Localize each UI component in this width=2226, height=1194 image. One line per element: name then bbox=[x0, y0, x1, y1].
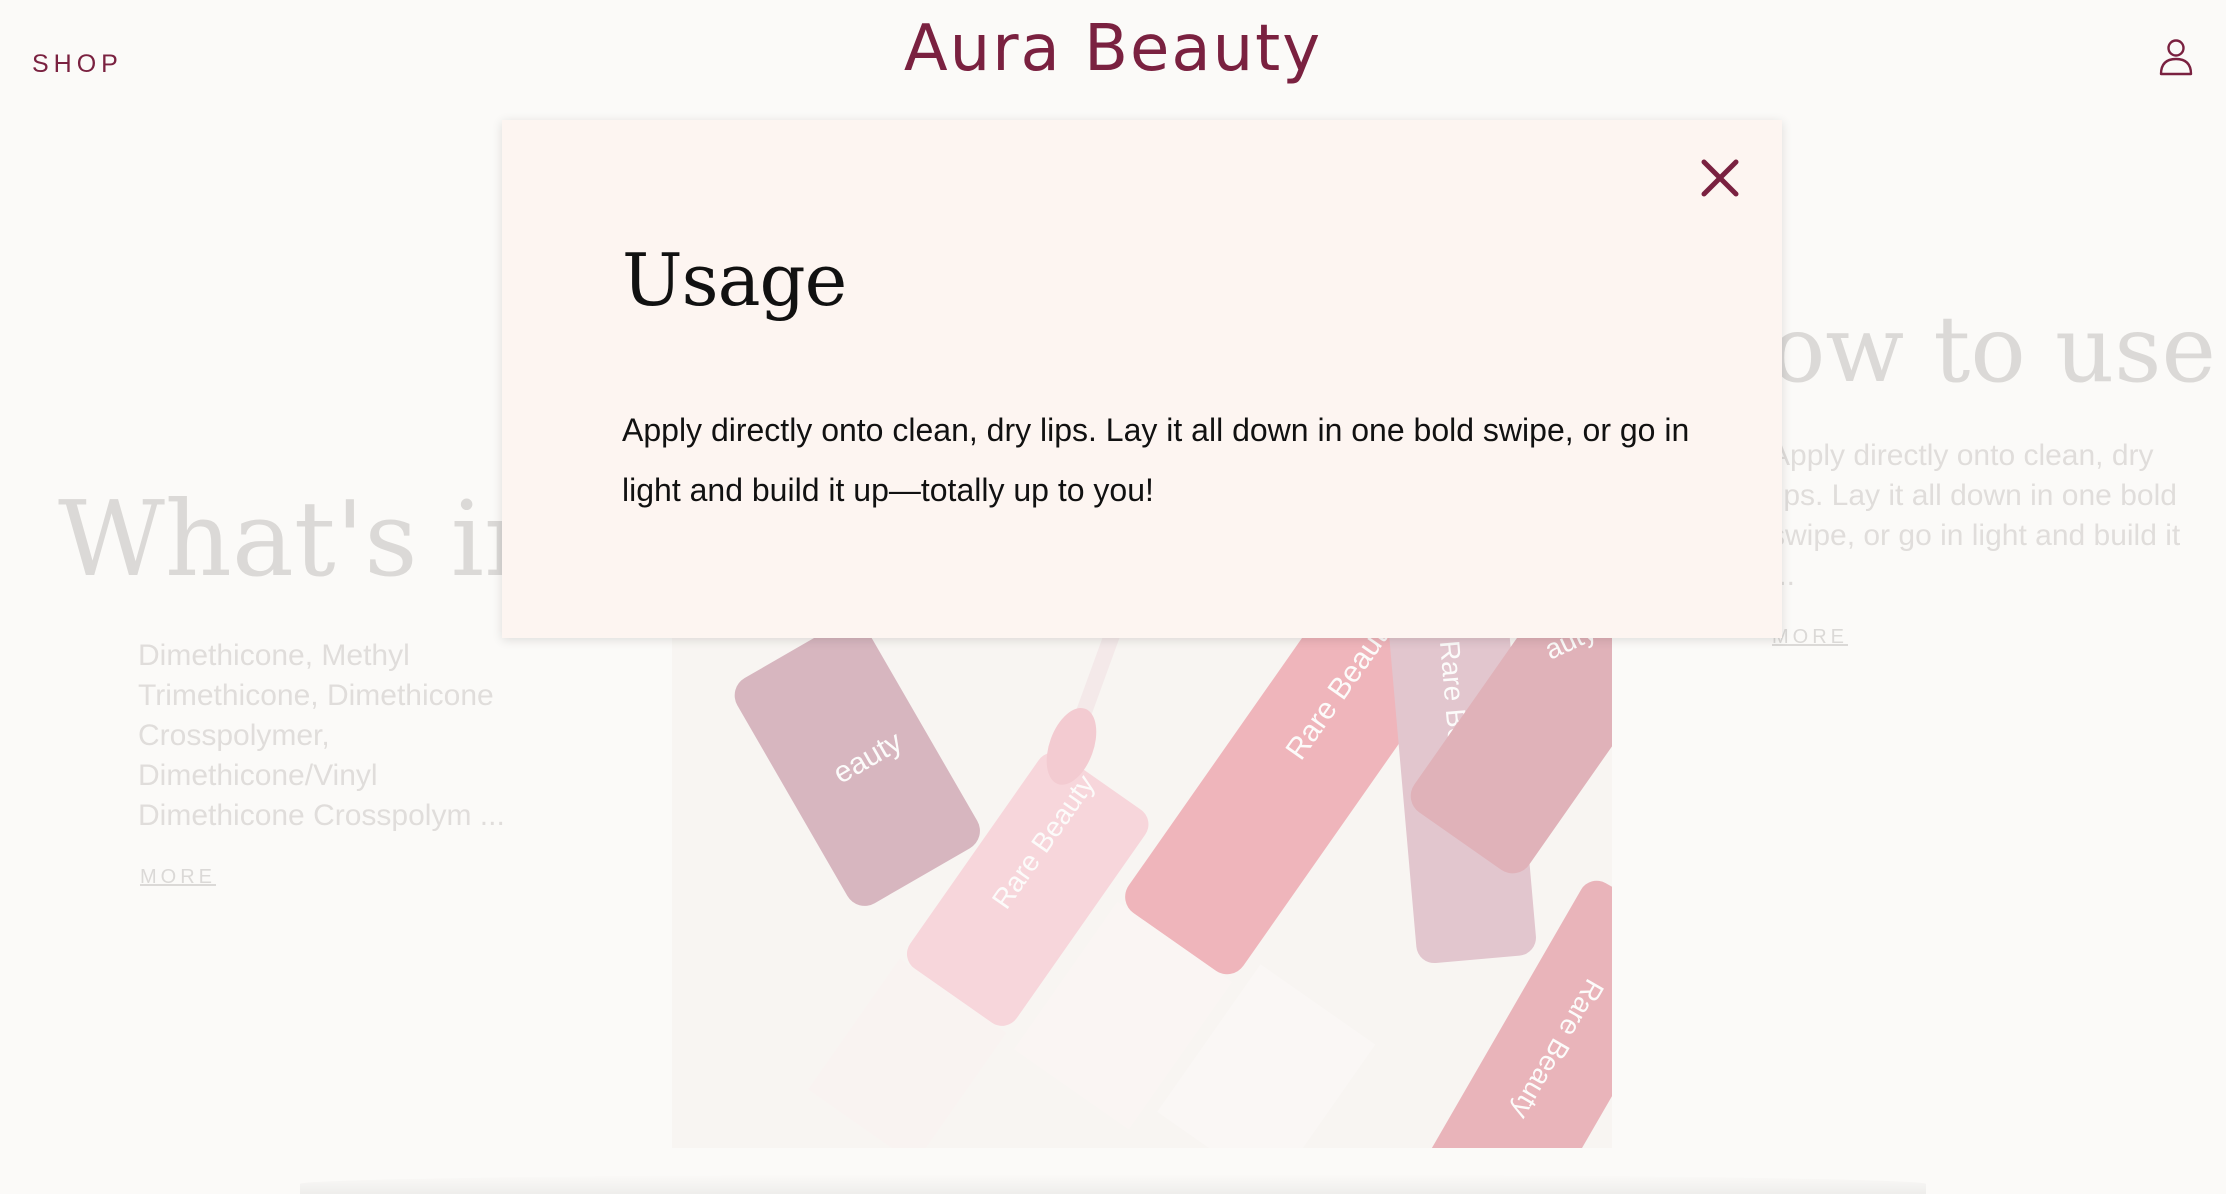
how-to-use-text: Apply directly onto clean, dry lips. Lay… bbox=[1770, 439, 2181, 592]
close-icon[interactable] bbox=[1698, 156, 1742, 200]
page: SHOP Aura Beauty What's in i Dimethicone… bbox=[0, 0, 2226, 1194]
ingredients-text: Dimethicone, Methyl Trimethicone, Dimeth… bbox=[138, 639, 505, 832]
brand-logo[interactable]: Aura Beauty bbox=[0, 12, 2226, 86]
modal-title: Usage bbox=[622, 238, 847, 322]
product-image: eauty Rare Beauty Rare Beauty Rare Beaut… bbox=[672, 600, 1612, 1148]
how-to-use-more-link[interactable]: MORE bbox=[1772, 626, 1848, 649]
how-to-use-title: ow to use bbox=[1770, 296, 2216, 403]
bottom-shadow bbox=[300, 1174, 1926, 1194]
user-account-icon[interactable] bbox=[2158, 36, 2194, 76]
lipstick-tubes-illustration: eauty Rare Beauty Rare Beauty Rare Beaut… bbox=[672, 600, 1612, 1148]
usage-modal: Usage Apply directly onto clean, dry lip… bbox=[502, 120, 1782, 638]
modal-body-text: Apply directly onto clean, dry lips. Lay… bbox=[622, 412, 1690, 508]
ingredients-more-link[interactable]: MORE bbox=[140, 866, 216, 889]
